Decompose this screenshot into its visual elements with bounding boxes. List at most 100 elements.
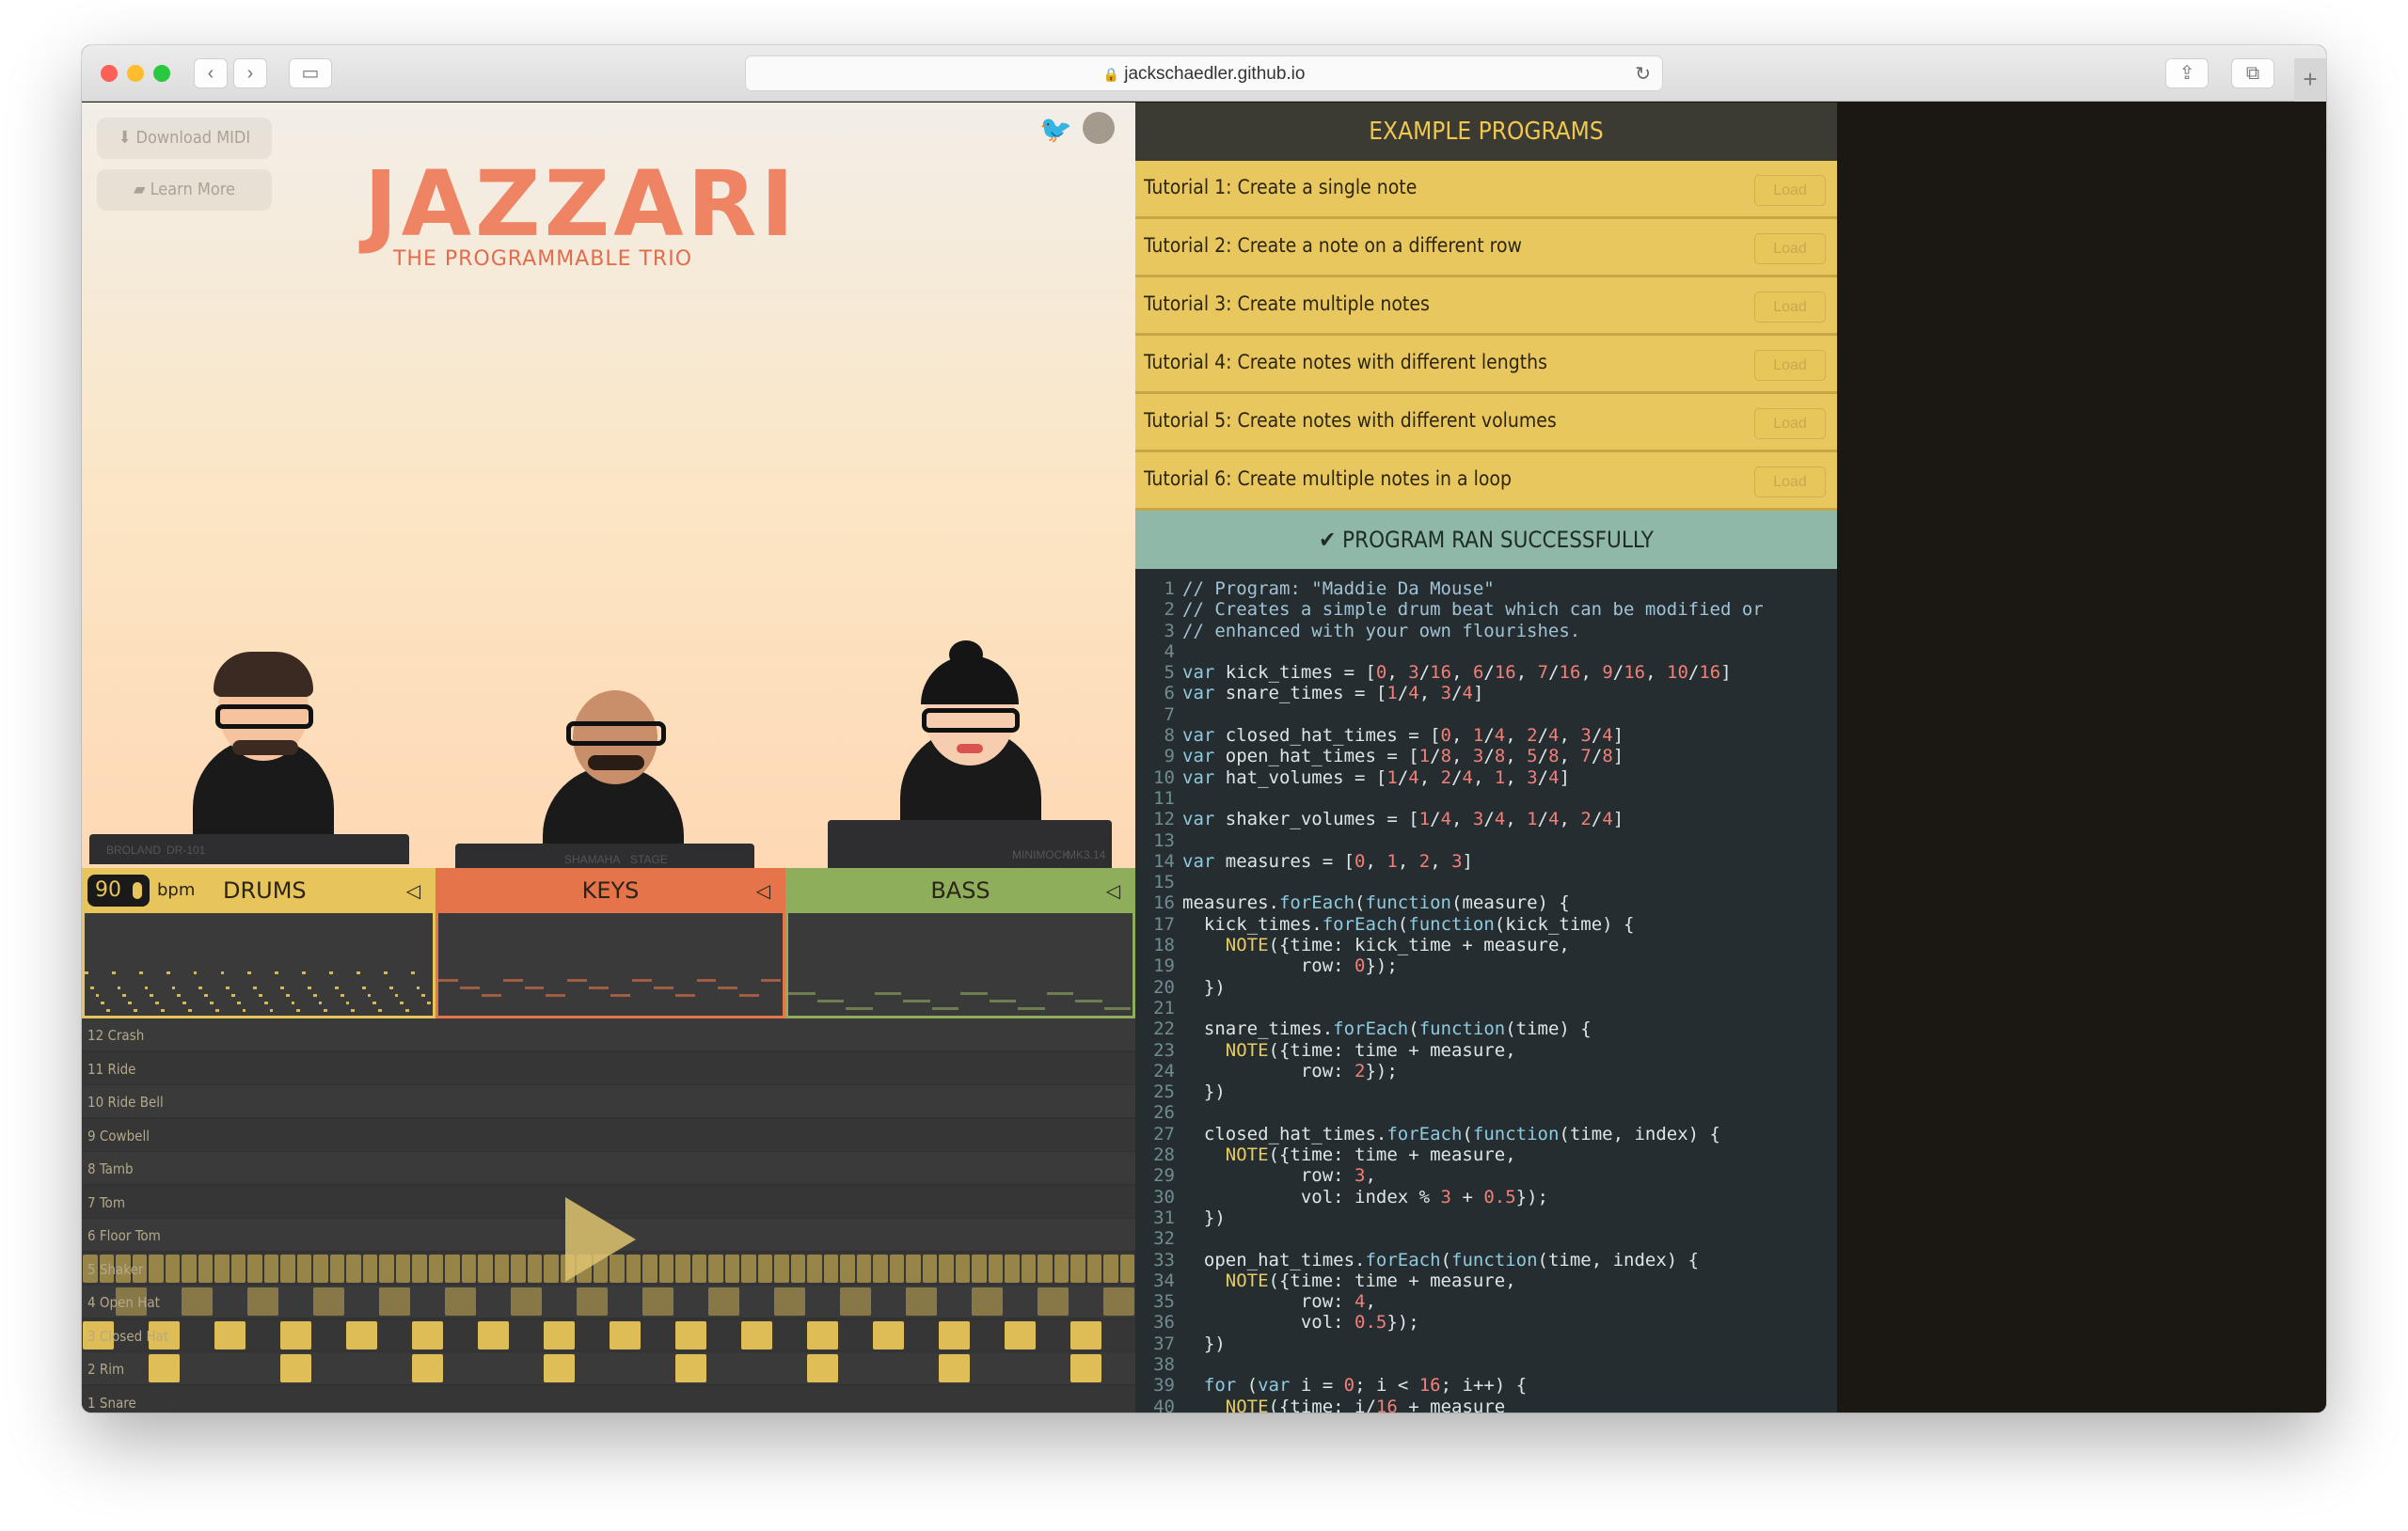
note-cell[interactable] <box>214 1320 246 1349</box>
load-button[interactable]: Load <box>1754 292 1826 323</box>
reload-icon[interactable]: ↻ <box>1635 62 1651 86</box>
note-cell[interactable] <box>149 1354 180 1382</box>
note-cell[interactable] <box>840 1254 855 1283</box>
address-bar[interactable]: 🔒 jackschaedler.github.io ↻ <box>745 55 1663 91</box>
note-cell[interactable] <box>461 1254 476 1283</box>
load-button[interactable]: Load <box>1754 175 1826 206</box>
note-cell[interactable] <box>939 1320 970 1349</box>
note-cell[interactable] <box>1070 1254 1085 1283</box>
bpm-field[interactable]: 90 <box>87 875 150 907</box>
note-cell[interactable] <box>675 1320 706 1349</box>
new-tab-icon[interactable]: + <box>2294 58 2326 102</box>
note-cell[interactable] <box>1119 1254 1134 1283</box>
note-cell[interactable] <box>1070 1354 1101 1382</box>
note-cell[interactable] <box>807 1354 838 1382</box>
note-cell[interactable] <box>955 1254 970 1283</box>
load-button[interactable]: Load <box>1754 466 1826 497</box>
note-cell[interactable] <box>873 1320 904 1349</box>
note-cell[interactable] <box>840 1287 871 1316</box>
forward-icon[interactable]: › <box>233 58 267 88</box>
drums-mini-map[interactable] <box>82 913 436 1018</box>
note-cell[interactable] <box>774 1254 789 1283</box>
note-cell[interactable] <box>198 1254 213 1283</box>
note-cell[interactable] <box>494 1254 509 1283</box>
code-editor[interactable]: 1// Program: "Maddie Da Mouse" 2// Create… <box>1135 578 1837 1413</box>
play-icon[interactable] <box>565 1197 636 1282</box>
note-cell[interactable] <box>182 1287 213 1316</box>
note-cell[interactable] <box>478 1320 509 1349</box>
note-cell[interactable] <box>807 1320 838 1349</box>
note-cell[interactable] <box>741 1320 772 1349</box>
note-cell[interactable] <box>412 1354 443 1382</box>
note-cell[interactable] <box>658 1254 673 1283</box>
twitter-icon[interactable]: 🐦 <box>1039 114 1072 144</box>
note-cell[interactable] <box>889 1254 904 1283</box>
speaker-icon[interactable]: ◁ <box>406 868 420 913</box>
note-cell[interactable] <box>691 1254 706 1283</box>
note-cell[interactable] <box>313 1254 328 1283</box>
track-drums[interactable]: 90 bpm DRUMS ◁ <box>82 868 436 913</box>
note-cell[interactable] <box>280 1320 311 1349</box>
note-cell[interactable] <box>1054 1254 1069 1283</box>
note-cell[interactable] <box>906 1254 921 1283</box>
note-cell[interactable] <box>873 1254 888 1283</box>
download-midi-button[interactable]: ⬇ Download MIDI <box>97 118 272 159</box>
note-cell[interactable] <box>577 1287 608 1316</box>
note-cell[interactable] <box>511 1254 526 1283</box>
github-icon[interactable] <box>1083 112 1115 144</box>
note-cell[interactable] <box>280 1354 311 1382</box>
note-cell[interactable] <box>165 1254 180 1283</box>
note-cell[interactable] <box>1103 1254 1118 1283</box>
note-cell[interactable] <box>428 1254 443 1283</box>
note-cell[interactable] <box>922 1254 937 1283</box>
minimize-window-button[interactable] <box>127 65 144 82</box>
note-cell[interactable] <box>856 1254 871 1283</box>
note-cell[interactable] <box>939 1354 970 1382</box>
sequencer-row[interactable] <box>82 1385 1135 1413</box>
note-cell[interactable] <box>1005 1254 1020 1283</box>
back-icon[interactable]: ‹ <box>194 58 228 88</box>
bpm-stepper-icon[interactable] <box>133 882 142 899</box>
note-cell[interactable] <box>296 1254 311 1283</box>
load-button[interactable]: Load <box>1754 350 1826 381</box>
sequencer-row[interactable] <box>82 1152 1135 1184</box>
note-cell[interactable] <box>379 1287 410 1316</box>
note-cell[interactable] <box>675 1354 706 1382</box>
load-button[interactable]: Load <box>1754 408 1826 439</box>
note-cell[interactable] <box>708 1287 739 1316</box>
note-cell[interactable] <box>527 1254 542 1283</box>
note-cell[interactable] <box>1038 1254 1053 1283</box>
note-cell[interactable] <box>478 1254 493 1283</box>
sidebar-icon[interactable]: ▭ <box>289 58 332 88</box>
load-button[interactable]: Load <box>1754 233 1826 264</box>
note-cell[interactable] <box>182 1254 197 1283</box>
note-cell[interactable] <box>939 1254 954 1283</box>
note-cell[interactable] <box>972 1254 987 1283</box>
note-cell[interactable] <box>1103 1287 1134 1316</box>
sequencer-row[interactable] <box>82 1018 1135 1050</box>
speaker-icon[interactable]: ◁ <box>756 868 770 913</box>
note-cell[interactable] <box>724 1254 739 1283</box>
note-cell[interactable] <box>412 1320 443 1349</box>
note-cell[interactable] <box>544 1320 575 1349</box>
note-cell[interactable] <box>1038 1287 1069 1316</box>
note-cell[interactable] <box>329 1254 344 1283</box>
note-cell[interactable] <box>362 1254 377 1283</box>
note-cell[interactable] <box>247 1254 262 1283</box>
note-cell[interactable] <box>972 1287 1003 1316</box>
note-cell[interactable] <box>642 1287 673 1316</box>
note-cell[interactable] <box>544 1254 559 1283</box>
speaker-icon[interactable]: ◁ <box>1106 868 1120 913</box>
note-cell[interactable] <box>395 1254 410 1283</box>
note-cell[interactable] <box>741 1254 756 1283</box>
note-cell[interactable] <box>610 1320 641 1349</box>
note-cell[interactable] <box>1086 1254 1101 1283</box>
sequencer-row[interactable] <box>82 1118 1135 1151</box>
bass-mini-map[interactable] <box>785 913 1135 1018</box>
sequencer-row[interactable] <box>82 1085 1135 1117</box>
note-cell[interactable] <box>1070 1320 1101 1349</box>
note-cell[interactable] <box>823 1254 838 1283</box>
note-cell[interactable] <box>757 1254 772 1283</box>
sequencer-row[interactable] <box>82 1051 1135 1084</box>
note-cell[interactable] <box>544 1354 575 1382</box>
